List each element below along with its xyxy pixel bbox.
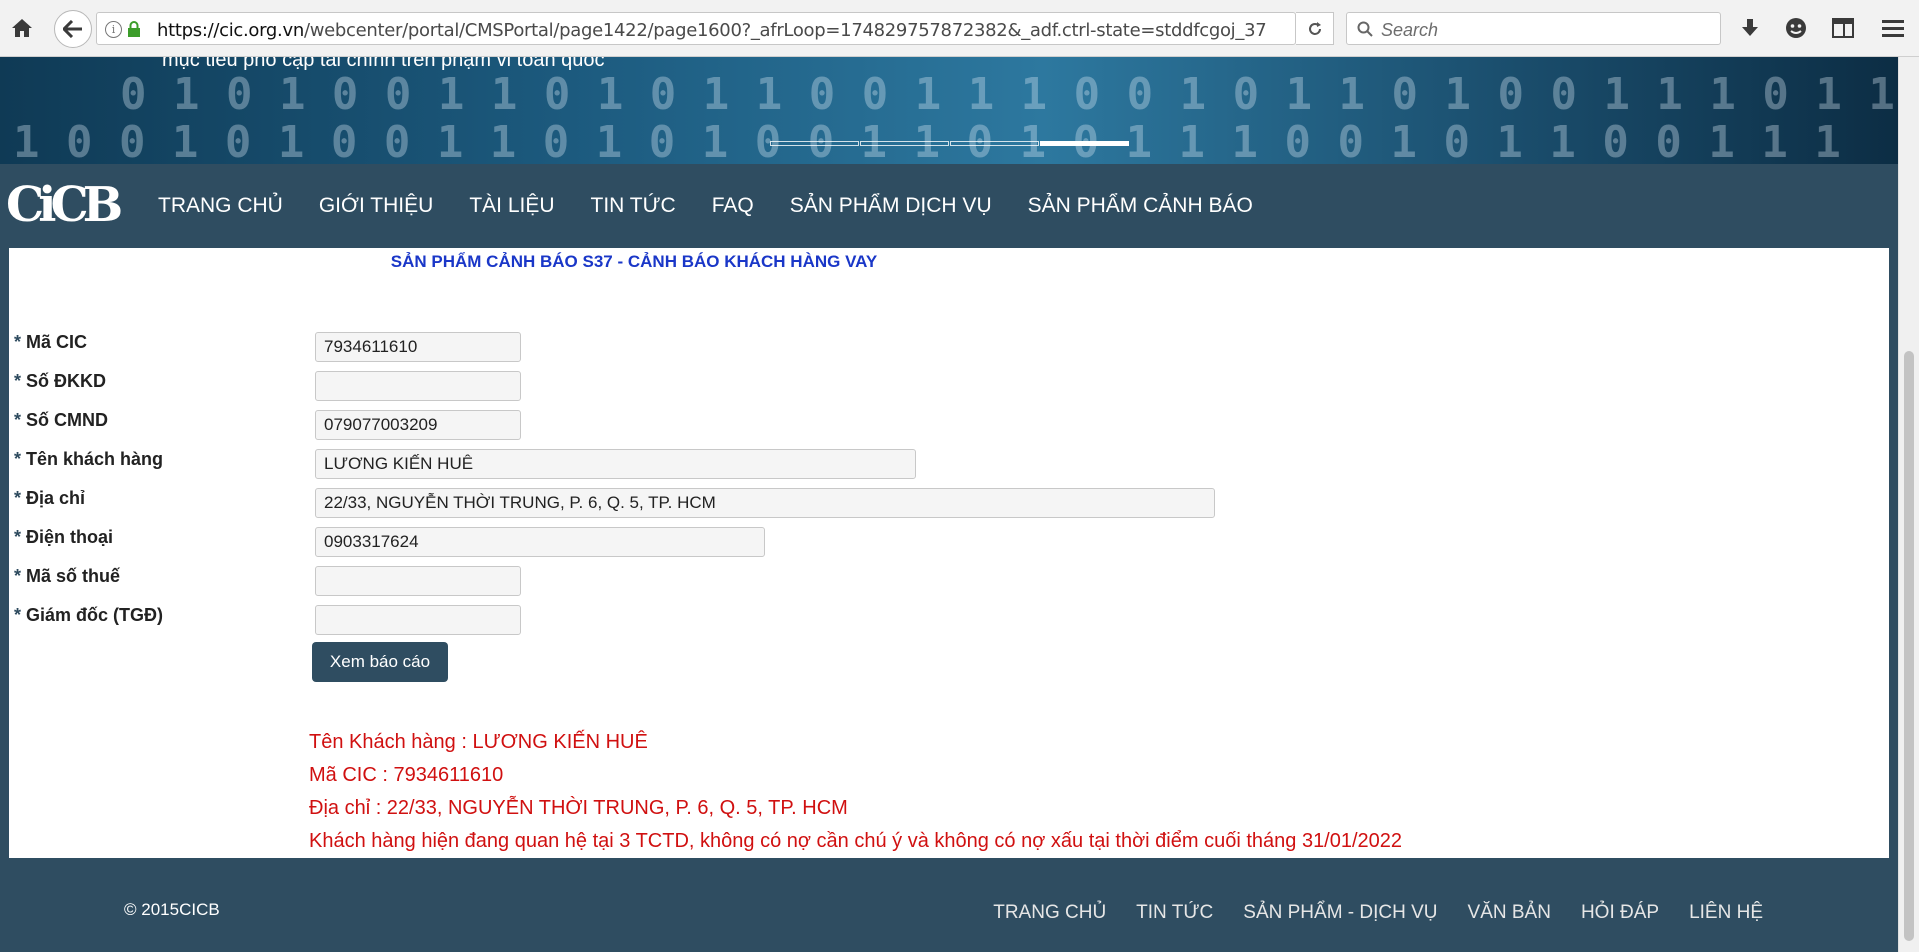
nav-item-services[interactable]: SẢN PHẨM DỊCH VỤ bbox=[772, 194, 1010, 218]
field-label: * Tên khách hàng bbox=[14, 449, 164, 469]
reload-icon[interactable] bbox=[1296, 12, 1334, 45]
footer-link-home[interactable]: TRANG CHỦ bbox=[993, 902, 1106, 924]
field-label: * Mã CIC bbox=[14, 332, 88, 352]
slide-dot[interactable] bbox=[770, 141, 859, 146]
nav-item-news[interactable]: TIN TỨC bbox=[573, 194, 694, 218]
main-nav: CiCB TRANG CHỦ GIỚI THIỆU TÀI LIỆU TIN T… bbox=[0, 164, 1898, 248]
footer-link-services[interactable]: SẢN PHẨM - DỊCH VỤ bbox=[1243, 902, 1437, 924]
sidebar-icon[interactable] bbox=[1830, 15, 1856, 41]
nav-item-about[interactable]: GIỚI THIỆU bbox=[301, 194, 451, 218]
result-summary: Khách hàng hiện đang quan hệ tại 3 TCTD,… bbox=[309, 830, 1403, 852]
director-field[interactable] bbox=[315, 605, 521, 635]
slide-dot[interactable] bbox=[950, 141, 1039, 146]
so-cmnd-field[interactable] bbox=[315, 410, 521, 440]
cicb-logo[interactable]: CiCB bbox=[6, 180, 123, 230]
nav-menu: TRANG CHỦ GIỚI THIỆU TÀI LIỆU TIN TỨC FA… bbox=[140, 164, 1271, 248]
url-bar[interactable]: i https://cic.org.vn/webcenter/portal/CM… bbox=[96, 12, 1296, 45]
field-label: * Số CMND bbox=[14, 410, 109, 430]
pocket-icon[interactable] bbox=[1783, 15, 1809, 41]
footer-link-documents[interactable]: VĂN BẢN bbox=[1468, 902, 1551, 924]
footer-link-news[interactable]: TIN TỨC bbox=[1136, 902, 1213, 924]
back-button[interactable] bbox=[54, 10, 92, 48]
footer-link-qa[interactable]: HỎI ĐÁP bbox=[1581, 902, 1659, 924]
ma-cic-field[interactable] bbox=[315, 332, 521, 362]
page-title: SẢN PHẨM CẢNH BÁO S37 - CẢNH BÁO KHÁCH H… bbox=[390, 252, 878, 271]
binary-background-image: 0 1 0 1 0 0 1 1 0 1 0 1 1 0 0 1 1 1 0 0 … bbox=[0, 69, 1898, 165]
field-label: * Giám đốc (TGĐ) bbox=[14, 605, 164, 625]
field-label: * Điện thoại bbox=[14, 527, 114, 547]
result-customer-name: Tên Khách hàng : LƯƠNG KIẾN HUÊ bbox=[309, 731, 648, 753]
tax-code-field[interactable] bbox=[315, 566, 521, 596]
footer-links: TRANG CHỦ TIN TỨC SẢN PHẨM - DỊCH VỤ VĂN… bbox=[963, 902, 1763, 924]
phone-field[interactable] bbox=[315, 527, 765, 557]
so-dkkd-field[interactable] bbox=[315, 371, 521, 401]
address-field[interactable] bbox=[315, 488, 1215, 518]
nav-item-warnings[interactable]: SẢN PHẨM CẢNH BÁO bbox=[1010, 194, 1271, 218]
footer: © 2015CICB TRANG CHỦ TIN TỨC SẢN PHẨM - … bbox=[0, 872, 1898, 952]
required-marker: * bbox=[14, 566, 22, 586]
home-icon[interactable] bbox=[8, 14, 36, 42]
result-cic-code: Mã CIC : 7934611610 bbox=[309, 764, 504, 786]
nav-item-documents[interactable]: TÀI LIỆU bbox=[451, 194, 572, 218]
view-report-button[interactable]: Xem báo cáo bbox=[312, 642, 448, 682]
field-label: * Mã số thuế bbox=[14, 566, 121, 586]
menu-icon[interactable] bbox=[1880, 15, 1906, 41]
field-label: * Địa chỉ bbox=[14, 488, 86, 508]
required-marker: * bbox=[14, 449, 22, 469]
lock-icon bbox=[127, 21, 141, 43]
result-address: Địa chỉ : 22/33, NGUYỄN THỜI TRUNG, P. 6… bbox=[309, 797, 848, 819]
required-marker: * bbox=[14, 527, 22, 547]
slide-dot[interactable] bbox=[860, 141, 949, 146]
hero-banner: 0 1 0 1 0 0 1 1 0 1 0 1 1 0 0 1 1 1 0 0 … bbox=[0, 57, 1898, 164]
nav-item-faq[interactable]: FAQ bbox=[694, 194, 772, 218]
field-label: * Số ĐKKD bbox=[14, 371, 107, 391]
page-scrollbar[interactable] bbox=[1898, 57, 1919, 952]
search-icon bbox=[1357, 21, 1373, 42]
customer-name-field[interactable] bbox=[315, 449, 916, 479]
main-content: SẢN PHẨM CẢNH BÁO S37 - CẢNH BÁO KHÁCH H… bbox=[9, 248, 1889, 858]
info-icon[interactable]: i bbox=[105, 21, 122, 38]
slider-indicators bbox=[770, 141, 1130, 146]
search-input[interactable]: Search bbox=[1346, 12, 1721, 45]
nav-item-home[interactable]: TRANG CHỦ bbox=[140, 194, 301, 218]
slide-dot-active[interactable] bbox=[1040, 141, 1129, 146]
footer-link-contact[interactable]: LIÊN HỆ bbox=[1689, 902, 1763, 924]
banner-tagline: mục tiêu phổ cập tài chính trên phạm vi … bbox=[162, 57, 605, 71]
required-marker: * bbox=[14, 488, 22, 508]
required-marker: * bbox=[14, 605, 22, 625]
copyright: © 2015CICB bbox=[124, 900, 220, 919]
scrollbar-thumb[interactable] bbox=[1904, 351, 1914, 941]
required-marker: * bbox=[14, 410, 22, 430]
search-placeholder: Search bbox=[1381, 20, 1439, 40]
required-marker: * bbox=[14, 332, 22, 352]
browser-toolbar: i https://cic.org.vn/webcenter/portal/CM… bbox=[0, 0, 1919, 57]
download-icon[interactable] bbox=[1738, 15, 1762, 41]
url-text[interactable]: https://cic.org.vn/webcenter/portal/CMSP… bbox=[157, 20, 1267, 41]
required-marker: * bbox=[14, 371, 22, 391]
